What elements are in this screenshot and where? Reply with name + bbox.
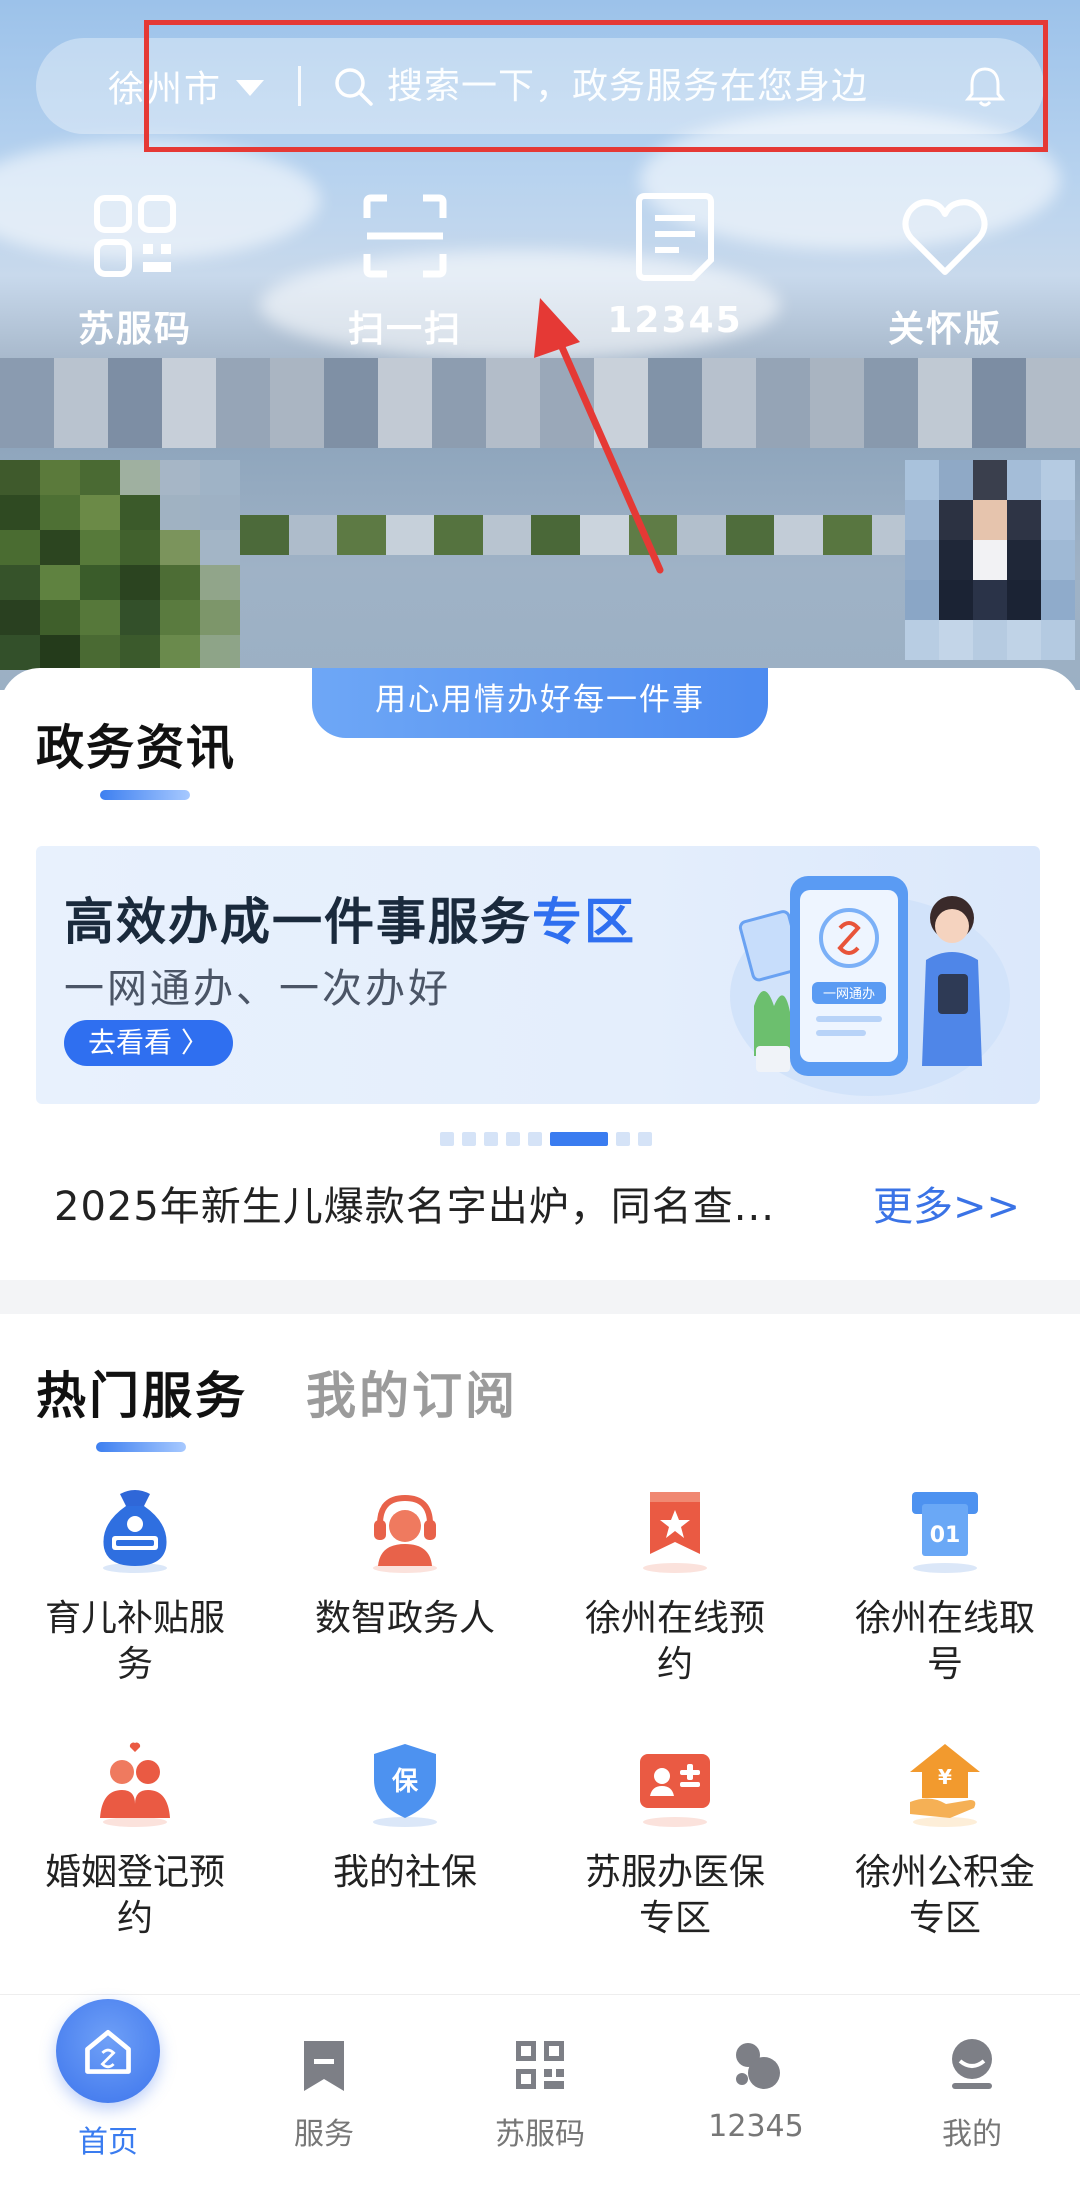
- queue-number-icon: 01: [912, 1492, 978, 1573]
- tab-my-subscriptions[interactable]: 我的订阅: [306, 1356, 518, 1428]
- svg-text:01: 01: [930, 1523, 961, 1548]
- trees: [0, 460, 240, 670]
- nav-sufu-code[interactable]: 苏服码: [432, 1995, 648, 2185]
- bottom-nav: 首页 服务 苏服码 12345 我的: [0, 1994, 1080, 2185]
- more-news-link[interactable]: 更多>>: [873, 1174, 1020, 1232]
- news-section: 用心用情办好每一件事 政务资讯 高效办成一件事服务专区 一网通办、一次办好 去看…: [0, 668, 1080, 1280]
- service-childcare-subsidy[interactable]: 育儿补贴服务: [0, 1484, 270, 1688]
- title-underline: [100, 790, 190, 800]
- nav-label: 苏服码: [495, 2117, 585, 2152]
- scan-icon: [363, 194, 447, 278]
- svg-text:保: 保: [391, 1767, 419, 1797]
- service-label: 数智政务人: [314, 1598, 495, 1639]
- svg-text:¥: ¥: [938, 1765, 952, 1789]
- medical-insurance-icon: [640, 1754, 710, 1827]
- tab-hot-services[interactable]: 热门服务: [36, 1356, 248, 1428]
- service-label: 我的社保: [332, 1852, 477, 1893]
- service-label: 婚姻登记预约: [44, 1852, 225, 1939]
- carousel-indicator: [440, 1132, 652, 1146]
- nav-label: 12345: [708, 2109, 804, 2144]
- section-title: 政务资讯: [36, 720, 237, 776]
- hotline-icon: [736, 2043, 780, 2089]
- services-section: 热门服务 我的订阅 育儿补贴服务 数智政务人 徐州在线预约 01 徐州在线取号 …: [0, 1314, 1080, 1994]
- tab-underline: [96, 1442, 186, 1452]
- digital-agent-icon: [373, 1494, 437, 1573]
- quick-action-sufu-code[interactable]: 苏服码: [0, 190, 270, 360]
- qr-code-icon: [516, 2041, 564, 2089]
- profile-icon: [952, 2039, 992, 2089]
- housing-fund-icon: ¥: [910, 1744, 980, 1827]
- nav-profile[interactable]: 我的: [864, 1995, 1080, 2185]
- banner-art-label: 一网通办: [823, 987, 875, 1002]
- heart-icon: [902, 199, 988, 275]
- home-icon: [56, 1999, 160, 2103]
- banner-title: 高效办成一件事服务专区: [64, 882, 636, 954]
- nav-home[interactable]: 首页: [0, 1995, 216, 2185]
- service-social-security[interactable]: 保 我的社保: [270, 1738, 540, 1942]
- annotation-highlight-box: [144, 20, 1048, 152]
- service-medical-insurance[interactable]: 苏服办医保专区: [540, 1738, 810, 1942]
- quick-action-label: 关怀版: [887, 309, 1002, 350]
- slogan-tab: 用心用情办好每一件事: [312, 668, 768, 738]
- quick-action-label: 苏服码: [77, 309, 192, 350]
- nav-label: 我的: [942, 2117, 1002, 2152]
- service-marriage-registration[interactable]: 婚姻登记预约: [0, 1738, 270, 1942]
- banner-illustration: 一网通办: [730, 876, 1010, 1096]
- service-assistant-avatar[interactable]: [905, 460, 1075, 660]
- social-security-icon: 保: [373, 1744, 437, 1827]
- appointment-icon: [643, 1492, 707, 1573]
- quick-action-care-mode[interactable]: 关怀版: [810, 190, 1080, 360]
- service-online-appointment[interactable]: 徐州在线预约: [540, 1484, 810, 1688]
- news-headline[interactable]: 2025年新生儿爆款名字出炉，同名查...: [54, 1174, 775, 1232]
- service-online-queue[interactable]: 01 徐州在线取号: [810, 1484, 1080, 1688]
- service-label: 徐州在线预约: [584, 1598, 765, 1685]
- nav-label: 服务: [294, 2117, 354, 2152]
- marriage-icon: [100, 1742, 170, 1827]
- bookmark-icon: [304, 2041, 344, 2091]
- quick-action-label: 扫一扫: [347, 309, 462, 350]
- banner-subtitle: 一网通办、一次办好: [64, 966, 451, 1012]
- service-grid: 育儿补贴服务 数智政务人 徐州在线预约 01 徐州在线取号 婚姻登记预约 保 我…: [0, 1484, 1080, 1942]
- nav-12345[interactable]: 12345: [648, 1995, 864, 2185]
- nav-label: 首页: [78, 2125, 138, 2160]
- banner-go-button[interactable]: 去看看 〉: [64, 1020, 233, 1066]
- service-label: 苏服办医保专区: [584, 1852, 765, 1939]
- hero-banner: 徐州市 苏服码: [0, 0, 1080, 690]
- service-label: 徐州公积金专区: [854, 1852, 1035, 1939]
- annotation-arrow: [534, 298, 664, 574]
- section-gap: [0, 1280, 1080, 1314]
- document-icon: [636, 193, 714, 281]
- qr-code-icon: [94, 195, 176, 277]
- banner-title-accent: 专区: [532, 893, 636, 951]
- service-label: 徐州在线取号: [854, 1598, 1035, 1685]
- quick-action-scan[interactable]: 扫一扫: [270, 190, 540, 360]
- nav-services[interactable]: 服务: [216, 1995, 432, 2185]
- banner-title-main: 高效办成一件事服务: [64, 893, 532, 951]
- childcare-subsidy-icon: [103, 1490, 167, 1573]
- service-label: 育儿补贴服务: [44, 1598, 225, 1685]
- promo-banner[interactable]: 高效办成一件事服务专区 一网通办、一次办好 去看看 〉 一网通办: [36, 846, 1040, 1104]
- service-housing-fund[interactable]: ¥ 徐州公积金专区: [810, 1738, 1080, 1942]
- service-digital-agent[interactable]: 数智政务人: [270, 1484, 540, 1688]
